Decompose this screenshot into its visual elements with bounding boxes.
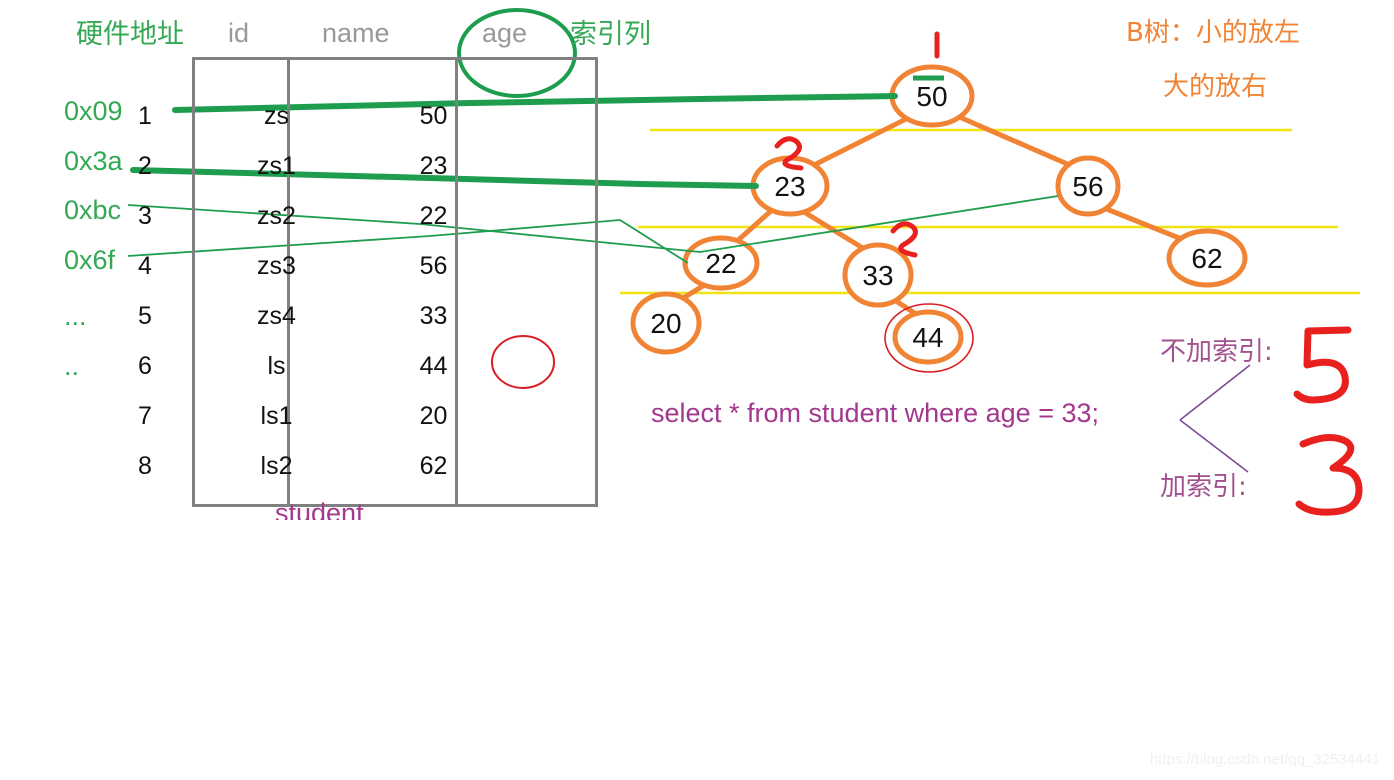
tree-edge-50-23 <box>809 115 911 169</box>
tree-node-label-23: 23 <box>774 171 806 202</box>
level-mark-label-2: 2 <box>787 142 788 143</box>
column-header-name: name <box>322 18 390 48</box>
leader-to-with-index <box>1179 419 1249 473</box>
tree-node-label-20: 20 <box>650 308 682 339</box>
index-column-label: 索引列 <box>570 19 651 50</box>
handwritten-3 <box>1295 434 1363 516</box>
handwritten-5 <box>1293 326 1352 404</box>
leader-to-without-index <box>1179 364 1251 421</box>
with-index-label: 加索引: <box>1160 472 1247 502</box>
student-table-grid: 1 zs 50 2 zs1 23 3 zs2 22 4 zs3 56 5 zs4… <box>138 57 598 507</box>
cell-age-3: 56 <box>419 252 448 280</box>
cell-age-6: 20 <box>419 402 448 430</box>
cell-age-0: 50 <box>419 102 448 130</box>
level-mark-label-1: 1 <box>937 34 938 35</box>
tree-edges <box>677 113 1187 321</box>
level-mark-label-3: 3 <box>902 229 903 230</box>
handwritten-results <box>1293 326 1363 516</box>
cell-age-4: 33 <box>419 302 448 330</box>
btree-rule-line-2: 大的放右 <box>1163 72 1268 102</box>
btree-rule-line-1: B树：小的放左 <box>1126 18 1300 48</box>
tree-node-label-44: 44 <box>912 322 944 353</box>
tree-node-label-62: 62 <box>1191 243 1223 274</box>
tree-edge-56-62 <box>1101 205 1187 243</box>
tree-edge-50-56 <box>954 113 1075 169</box>
hardware-address-header: 硬件地址 <box>76 19 184 50</box>
tree-node-label-33: 33 <box>862 260 894 291</box>
tree-node-label-50: 50 <box>916 81 948 112</box>
column-header-id: id <box>228 18 250 48</box>
column-header-age: age <box>482 18 528 48</box>
with-index-count: 3 <box>1300 450 1301 451</box>
tree-node-label-22: 22 <box>705 248 737 279</box>
sql-result-leader-lines <box>1179 364 1251 473</box>
without-index-label: 不加索引: <box>1160 337 1273 367</box>
watermark: https://blog.csdn.net/qq_32534441 <box>1149 751 1380 768</box>
without-index-count: 5 <box>1300 330 1301 331</box>
sql-statement: select * from student where age = 33; <box>651 398 1100 428</box>
cell-age-5: 44 <box>419 352 448 380</box>
cell-age-1: 23 <box>419 152 448 180</box>
cell-age-2: 22 <box>419 202 448 230</box>
table-name-label: student <box>275 500 364 520</box>
tree-node-label-56: 56 <box>1072 171 1104 202</box>
cell-age-7: 62 <box>419 452 448 480</box>
